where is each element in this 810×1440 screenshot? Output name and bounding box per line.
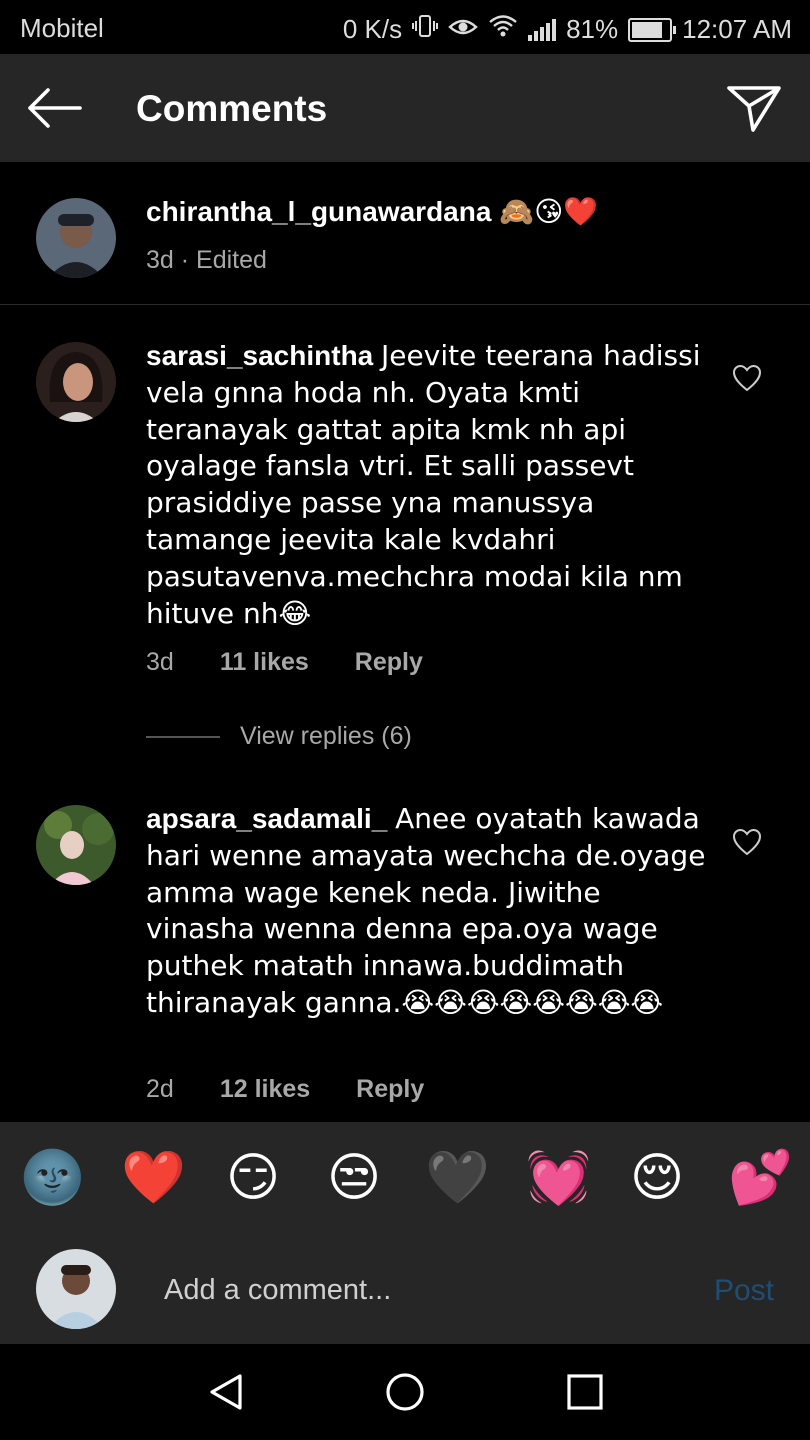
avatar[interactable]	[36, 198, 116, 278]
caption-username[interactable]: chirantha_l_gunawardana	[146, 196, 491, 227]
network-speed: 0 K/s	[342, 14, 403, 44]
vibrate-icon	[412, 13, 439, 46]
battery-percent: 81%	[566, 14, 619, 44]
comment-input[interactable]	[162, 1264, 686, 1316]
eye-comfort-icon	[448, 13, 478, 46]
signal-icon	[528, 18, 557, 41]
comment-text: apsara_sadamali_ Anee oyatath kawada har…	[146, 801, 706, 1022]
nav-home-button[interactable]	[383, 1370, 427, 1414]
comment-meta: 3d 11 likes Reply	[146, 648, 423, 677]
reply-button[interactable]: Reply	[355, 648, 423, 677]
clock: 12:07 AM	[682, 14, 792, 44]
battery-icon	[628, 17, 677, 42]
app-header: Comments	[0, 54, 810, 162]
emoji-quick-bar: 🌚 ❤️ 😏 😒 🖤 💓 😌 💕	[0, 1122, 810, 1234]
comment-likes[interactable]: 12 likes	[220, 1075, 310, 1104]
avatar[interactable]	[36, 805, 116, 885]
comment-username[interactable]: sarasi_sachintha	[146, 340, 373, 371]
post-caption: chirantha_l_gunawardana 🙈😘❤️ 3d · Edited	[0, 162, 810, 305]
nav-back-button[interactable]	[204, 1370, 248, 1414]
triangle-back-icon	[210, 1374, 242, 1410]
emoji-smirk[interactable]: 😏	[223, 1148, 283, 1208]
emoji-beating-heart[interactable]: 💓	[526, 1148, 591, 1208]
emoji-unamused[interactable]: 😒	[324, 1148, 384, 1208]
emoji-red-heart[interactable]: ❤️	[121, 1148, 186, 1208]
emoji-relieved[interactable]: 😌	[627, 1148, 687, 1208]
comment-time: 2d	[146, 1075, 174, 1103]
comment-text: sarasi_sachintha Jeevite teerana hadissi…	[146, 338, 706, 632]
post-button[interactable]: Post	[714, 1274, 774, 1308]
emoji-new-moon-face[interactable]: 🌚	[20, 1148, 85, 1208]
caption-body: 🙈😘❤️	[499, 195, 599, 228]
back-button[interactable]	[24, 84, 84, 132]
nav-recents-button[interactable]	[563, 1370, 607, 1414]
status-bar: Mobitel 0 K/s 81% 12:07 AM	[0, 0, 810, 54]
comment-composer: Post	[0, 1234, 810, 1344]
emoji-black-heart[interactable]: 🖤	[425, 1148, 490, 1208]
page-title: Comments	[136, 88, 328, 129]
arrow-left-icon	[28, 88, 82, 128]
caption-text: chirantha_l_gunawardana 🙈😘❤️	[146, 194, 706, 231]
status-icons: 0 K/s 81% 12:07 AM	[343, 13, 792, 46]
reply-button[interactable]: Reply	[356, 1075, 424, 1104]
divider-line	[146, 735, 220, 738]
own-avatar[interactable]	[36, 1249, 116, 1329]
square-recents-icon	[567, 1374, 603, 1410]
wifi-icon	[488, 13, 518, 46]
circle-home-icon	[386, 1373, 424, 1411]
like-button[interactable]	[732, 364, 762, 392]
system-nav-bar	[0, 1344, 810, 1440]
avatar[interactable]	[36, 342, 116, 422]
heart-outline-icon	[732, 828, 762, 856]
comment-likes[interactable]: 11 likes	[220, 648, 309, 677]
share-button[interactable]	[726, 82, 782, 134]
comment-username[interactable]: apsara_sadamali_	[146, 803, 387, 834]
comment-meta: 2d 12 likes Reply	[146, 1075, 424, 1104]
view-replies-button[interactable]: View replies (6)	[146, 722, 412, 751]
carrier-name: Mobitel	[20, 13, 104, 43]
like-button[interactable]	[732, 828, 762, 856]
comment-body: Jeevite teerana hadissi vela gnna hoda n…	[146, 339, 701, 630]
paper-plane-icon	[727, 86, 781, 132]
comment-time: 3d	[146, 648, 174, 676]
emoji-two-hearts[interactable]: 💕	[728, 1148, 793, 1208]
view-replies-label: View replies (6)	[240, 722, 412, 750]
heart-outline-icon	[732, 364, 762, 392]
comment-body: Anee oyatath kawada hari wenne amayata w…	[146, 802, 706, 1019]
caption-meta: 3d · Edited	[146, 246, 267, 274]
